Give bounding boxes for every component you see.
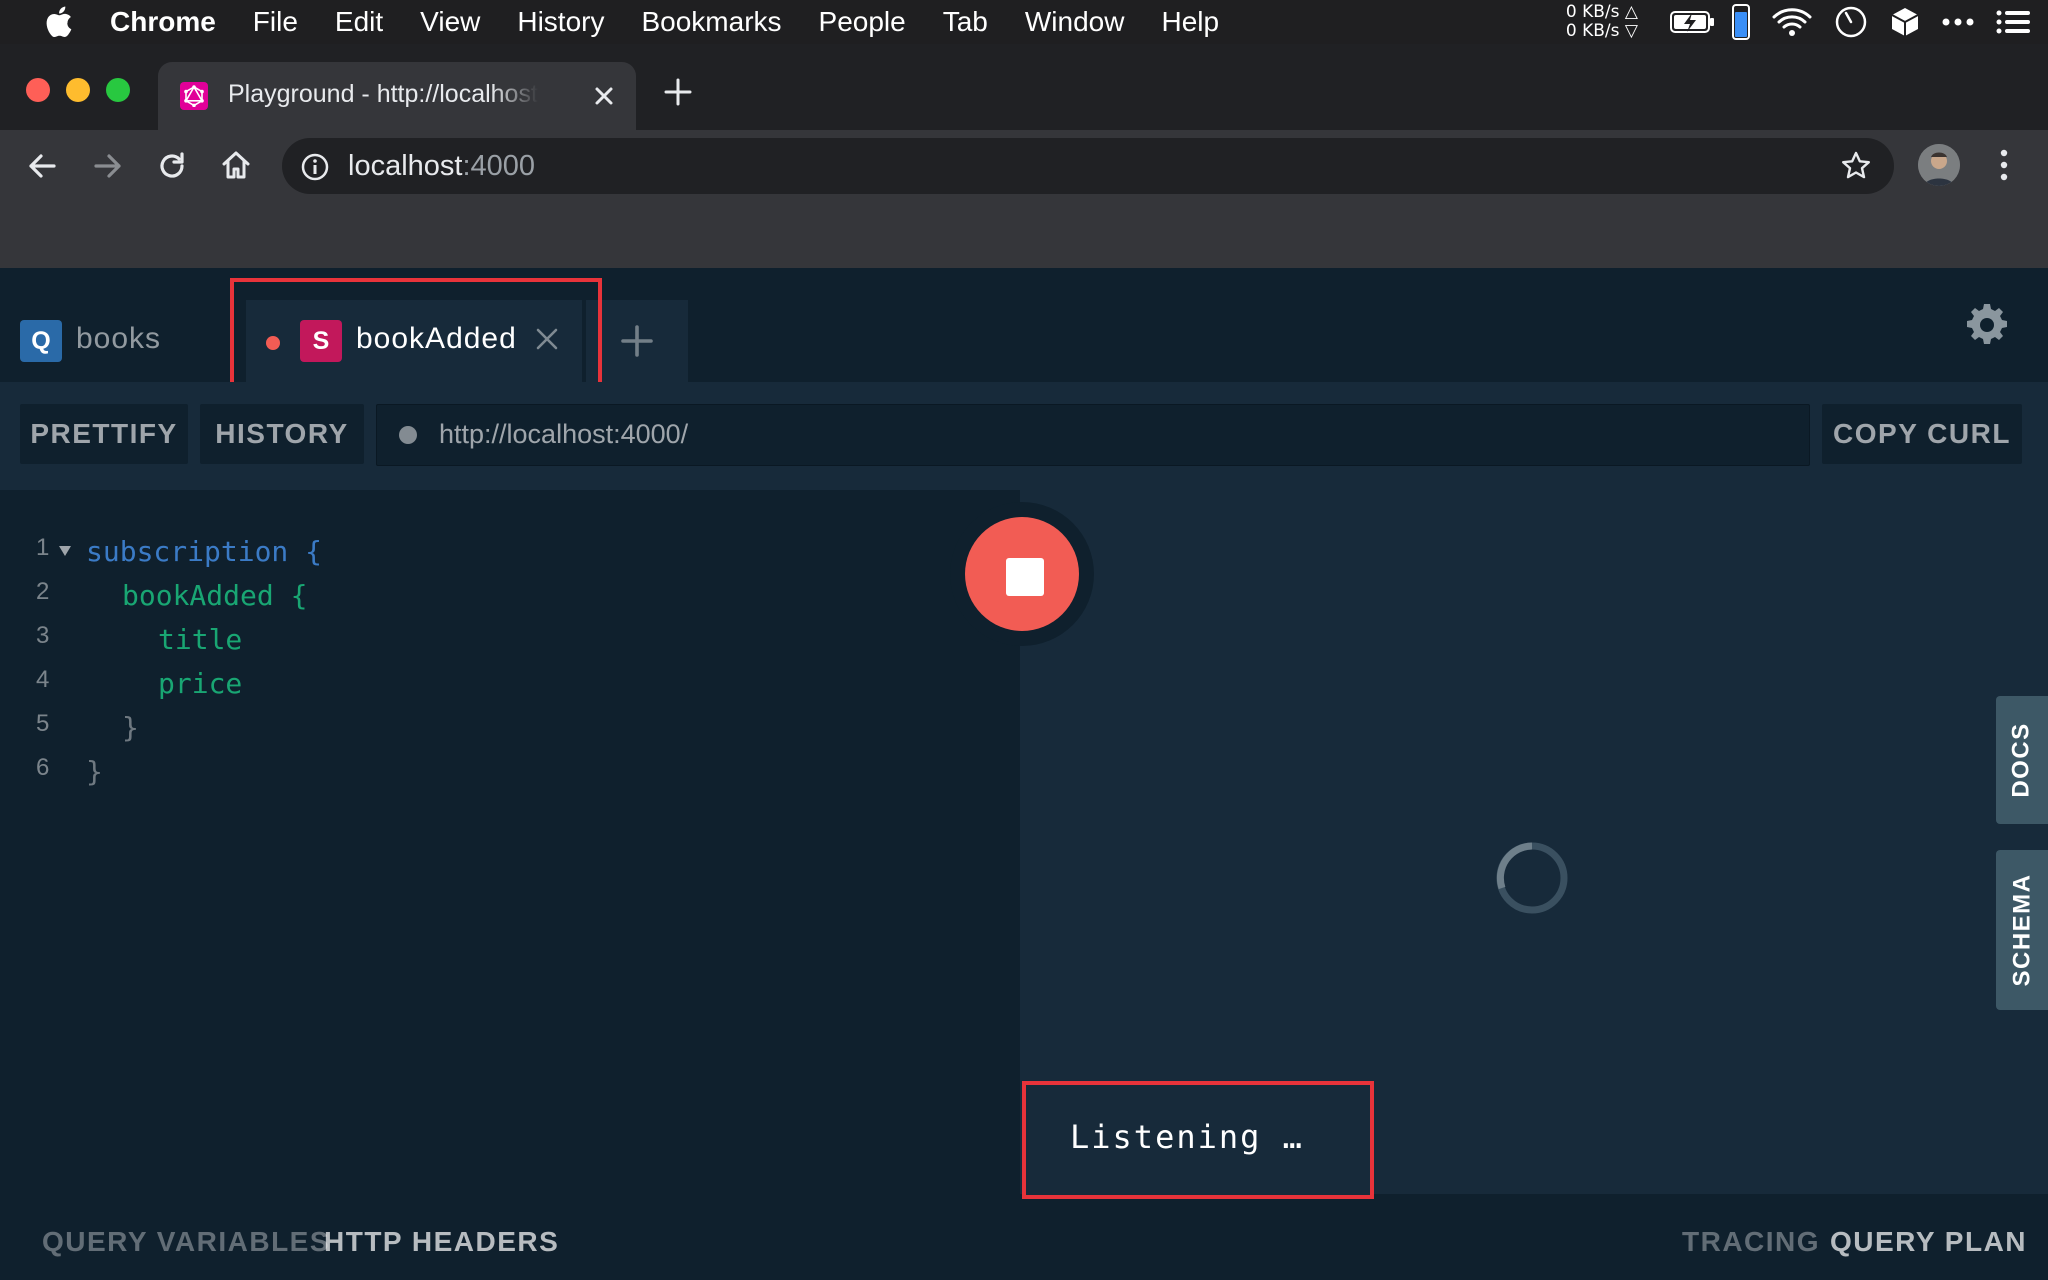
window-close-button[interactable]	[26, 78, 50, 102]
code-line-3-text: title	[158, 623, 243, 656]
menu-window[interactable]: Window	[1025, 6, 1125, 38]
schema-tab[interactable]: SCHEMA	[1996, 850, 2048, 1010]
history-button[interactable]: HISTORY	[200, 404, 364, 464]
code-line-6-text: }	[86, 755, 103, 788]
back-arrow-icon[interactable]	[26, 150, 58, 187]
query-badge: Q	[20, 320, 62, 362]
tab-books-label: books	[76, 322, 162, 355]
chrome-menu-icon[interactable]	[1998, 148, 2010, 187]
box-app-icon[interactable]	[1890, 6, 1920, 38]
line-number: 2	[36, 578, 50, 605]
prettify-button[interactable]: PRETTIFY	[20, 404, 188, 464]
query-plan-tab[interactable]: QUERY PLAN	[1830, 1226, 2027, 1258]
profile-avatar[interactable]	[1918, 144, 1960, 186]
close-tab-icon[interactable]	[588, 80, 620, 117]
menu-bookmarks[interactable]: Bookmarks	[641, 6, 781, 38]
copy-curl-button[interactable]: COPY CURL	[1822, 404, 2022, 464]
menu-view[interactable]: View	[420, 6, 480, 38]
address-url[interactable]: localhost:4000	[348, 150, 535, 183]
line-number: 6	[36, 754, 50, 781]
net-down: 0 KB/s	[1565, 21, 1620, 41]
more-icon[interactable]	[1942, 17, 1974, 27]
new-tab-button[interactable]	[662, 76, 694, 113]
menubar-status-area: 0 KB/s △ 0 KB/s ▽	[1566, 0, 2048, 44]
docs-tab[interactable]: DOCS	[1996, 696, 2048, 824]
menu-file[interactable]: File	[253, 6, 298, 38]
code-line-5: }	[86, 706, 322, 750]
forward-arrow-icon[interactable]	[92, 150, 124, 187]
code-line-2-text: bookAdded {	[122, 579, 308, 612]
line-number: 5	[36, 710, 50, 737]
status-bar-icon[interactable]	[1732, 4, 1750, 40]
code-line-6: }	[86, 750, 322, 794]
schema-label: SCHEMA	[2008, 873, 2036, 987]
battery-charging-icon[interactable]	[1670, 10, 1716, 34]
code-line-5-text: }	[122, 711, 139, 744]
menu-app-chrome[interactable]: Chrome	[110, 6, 216, 38]
endpoint-input[interactable]: http://localhost:4000/	[376, 404, 1810, 466]
clock-gauge-icon[interactable]	[1834, 5, 1868, 39]
browser-tab-title: Playground - http://localhost:4000	[228, 80, 538, 108]
site-info-icon[interactable]	[300, 152, 330, 187]
notification-center-icon[interactable]	[1996, 10, 2030, 34]
highlight-box-status	[1022, 1081, 1374, 1199]
code-line-4: price	[86, 662, 322, 706]
window-minimize-button[interactable]	[66, 78, 90, 102]
graphql-favicon-icon	[180, 82, 208, 110]
code-line-4-text: price	[158, 667, 243, 700]
tracing-tab[interactable]: TRACING	[1682, 1226, 1820, 1258]
code-line-1: subscription {	[86, 530, 322, 574]
docs-label: DOCS	[2008, 722, 2035, 798]
code-lines: subscription { bookAdded { title price}}	[86, 530, 322, 794]
code-line-2: bookAdded {	[86, 574, 322, 618]
tab-books[interactable]: Q books	[0, 300, 242, 382]
endpoint-url: http://localhost:4000/	[439, 419, 689, 449]
window-zoom-button[interactable]	[106, 78, 130, 102]
connection-status-dot	[399, 426, 417, 444]
browser-tab-playground[interactable]: Playground - http://localhost:4000	[158, 62, 636, 130]
menu-history[interactable]: History	[517, 6, 604, 38]
url-port: :4000	[462, 150, 536, 182]
bookmarks-bar	[0, 202, 2048, 268]
apple-icon[interactable]	[40, 5, 76, 39]
plus-icon	[620, 324, 654, 363]
network-speed: 0 KB/s △ 0 KB/s ▽	[1565, 2, 1638, 41]
net-up: 0 KB/s	[1565, 2, 1620, 22]
stop-icon	[1006, 558, 1044, 596]
menu-people[interactable]: People	[819, 6, 906, 38]
url-host: localhost	[348, 150, 463, 182]
fold-arrow-icon[interactable]	[58, 544, 72, 562]
menu-tab[interactable]: Tab	[943, 6, 988, 38]
menu-help[interactable]: Help	[1161, 6, 1219, 38]
line-number: 1	[36, 534, 50, 561]
bookmark-star-icon[interactable]	[1840, 150, 1872, 187]
menu-edit[interactable]: Edit	[335, 6, 383, 38]
address-bar[interactable]: localhost:4000	[282, 138, 1894, 194]
http-headers-tab[interactable]: HTTP HEADERS	[324, 1226, 559, 1258]
query-editor[interactable]: 1 2 3 4 5 6 subscription { bookAdded { tit…	[0, 490, 1020, 1194]
loading-spinner-icon	[1494, 840, 1570, 921]
wifi-icon[interactable]	[1772, 7, 1812, 37]
reload-icon[interactable]	[156, 150, 188, 187]
line-number: 4	[36, 666, 50, 693]
query-variables-tab[interactable]: QUERY VARIABLES	[42, 1226, 330, 1258]
code-line-3: title	[86, 618, 322, 662]
code-line-1-text: subscription {	[86, 535, 323, 568]
settings-gear-icon[interactable]	[1964, 302, 2010, 353]
line-number: 3	[36, 622, 50, 649]
home-icon[interactable]	[220, 149, 252, 186]
